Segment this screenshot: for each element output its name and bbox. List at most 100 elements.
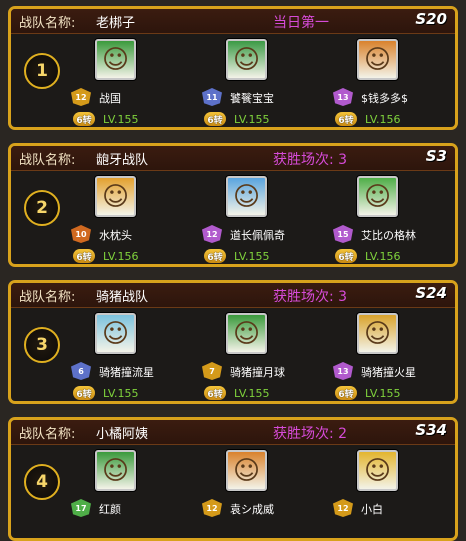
team-name: 小橘阿姨 — [96, 427, 149, 442]
team-member[interactable]: ☺ 17 红颜 — [71, 444, 201, 538]
vip-badge: 12 — [333, 499, 353, 517]
card-header: 战队名称: 老梆子 当日第一 S20 — [11, 9, 455, 34]
avatar[interactable]: ☺ — [226, 176, 267, 217]
avatar-face-icon: ☺ — [101, 181, 130, 212]
team-member[interactable]: ☺ 15 艾比の格林 6转 LV.156 — [333, 170, 455, 264]
vip-badge: 7 — [202, 362, 222, 380]
avatar[interactable]: ☺ — [357, 39, 398, 80]
member-name: 艾比の格林 — [361, 229, 416, 242]
member-name: $钱多多$ — [361, 92, 408, 105]
server-tag: S24 — [415, 284, 447, 302]
rank-medal: 1 — [24, 53, 60, 89]
avatar[interactable]: ☺ — [226, 313, 267, 354]
rebirth-badge: 6转 — [204, 386, 226, 400]
team-member[interactable]: ☺ 12 道长佩佩奇 6转 LV.155 — [202, 170, 332, 264]
avatar-face-icon: ☺ — [232, 455, 261, 486]
team-member[interactable]: ☺ 7 骑猪撞月球 6转 LV.155 — [202, 307, 332, 401]
rank-medal: 4 — [24, 464, 60, 500]
avatar-face-icon: ☺ — [363, 44, 392, 75]
member-name: 袁シ成威 — [230, 503, 274, 516]
rebirth-badge: 6转 — [73, 112, 95, 126]
avatar[interactable]: ☺ — [226, 450, 267, 491]
rebirth-badge: 6转 — [335, 386, 357, 400]
vip-badge: 12 — [71, 88, 91, 106]
team-member[interactable]: ☺ 11 饕餮宝宝 6转 LV.155 — [202, 33, 332, 127]
member-name: 骑猪撞火星 — [361, 366, 416, 379]
team-status: 获胜场次: 2 — [273, 426, 348, 442]
team-member[interactable]: ☺ 12 战国 6转 LV.155 — [71, 33, 201, 127]
member-name: 骑猪撞流星 — [99, 366, 154, 379]
team-status: 获胜场次: 3 — [273, 152, 348, 168]
rebirth-badge: 6转 — [73, 386, 95, 400]
avatar-face-icon: ☺ — [232, 181, 261, 212]
card-header: 战队名称: 龅牙战队 获胜场次: 3 S3 — [11, 146, 455, 171]
card-header: 战队名称: 小橘阿姨 获胜场次: 2 S34 — [11, 420, 455, 445]
vip-badge: 10 — [71, 225, 91, 243]
member-level: LV.155 — [234, 387, 270, 400]
vip-badge: 17 — [71, 499, 91, 517]
server-tag: S3 — [425, 147, 447, 165]
member-name: 饕餮宝宝 — [230, 92, 274, 105]
member-level: LV.155 — [103, 113, 139, 126]
member-name: 小白 — [361, 503, 383, 516]
avatar-face-icon: ☺ — [232, 318, 261, 349]
team-name-label: 战队名称: — [19, 16, 76, 31]
team-card[interactable]: 战队名称: 老梆子 当日第一 S20 1 ☺ 12 战国 6转 LV.155 ☺… — [8, 6, 458, 130]
avatar[interactable]: ☺ — [357, 176, 398, 217]
avatar-face-icon: ☺ — [363, 318, 392, 349]
rebirth-badge: 6转 — [73, 249, 95, 263]
vip-badge: 12 — [202, 499, 222, 517]
member-name: 战国 — [99, 92, 121, 105]
team-status: 获胜场次: 3 — [273, 289, 348, 305]
vip-badge: 15 — [333, 225, 353, 243]
team-member[interactable]: ☺ 10 水枕头 6转 LV.156 — [71, 170, 201, 264]
team-status: 当日第一 — [273, 15, 329, 31]
avatar[interactable]: ☺ — [95, 39, 136, 80]
avatar[interactable]: ☺ — [226, 39, 267, 80]
avatar-face-icon: ☺ — [363, 181, 392, 212]
vip-badge: 6 — [71, 362, 91, 380]
team-member[interactable]: ☺ 12 小白 — [333, 444, 455, 538]
rebirth-badge: 6转 — [204, 112, 226, 126]
avatar[interactable]: ☺ — [95, 313, 136, 354]
member-name: 红颜 — [99, 503, 121, 516]
member-level: LV.155 — [234, 250, 270, 263]
member-name: 道长佩佩奇 — [230, 229, 285, 242]
team-card[interactable]: 战队名称: 骑猪战队 获胜场次: 3 S24 3 ☺ 6 骑猪撞流星 6转 LV… — [8, 280, 458, 404]
member-level: LV.155 — [103, 387, 139, 400]
team-member[interactable]: ☺ 6 骑猪撞流星 6转 LV.155 — [71, 307, 201, 401]
team-name: 老梆子 — [96, 16, 136, 31]
team-name: 龅牙战队 — [96, 153, 149, 168]
avatar[interactable]: ☺ — [357, 450, 398, 491]
team-member[interactable]: ☺ 13 骑猪撞火星 6转 LV.155 — [333, 307, 455, 401]
vip-badge: 13 — [333, 362, 353, 380]
vip-badge: 11 — [202, 88, 222, 106]
vip-badge: 12 — [202, 225, 222, 243]
avatar-face-icon: ☺ — [101, 44, 130, 75]
member-level: LV.156 — [365, 250, 401, 263]
rebirth-badge: 6转 — [204, 249, 226, 263]
team-member[interactable]: ☺ 12 袁シ成威 — [202, 444, 332, 538]
rebirth-badge: 6转 — [335, 249, 357, 263]
avatar-face-icon: ☺ — [101, 455, 130, 486]
team-member[interactable]: ☺ 13 $钱多多$ 6转 LV.156 — [333, 33, 455, 127]
member-level: LV.155 — [234, 113, 270, 126]
avatar-face-icon: ☺ — [363, 455, 392, 486]
team-name-label: 战队名称: — [19, 290, 76, 305]
rank-medal: 2 — [24, 190, 60, 226]
avatar[interactable]: ☺ — [357, 313, 398, 354]
vip-badge: 13 — [333, 88, 353, 106]
member-level: LV.156 — [365, 113, 401, 126]
avatar[interactable]: ☺ — [95, 176, 136, 217]
team-card[interactable]: 战队名称: 龅牙战队 获胜场次: 3 S3 2 ☺ 10 水枕头 6转 LV.1… — [8, 143, 458, 267]
avatar-face-icon: ☺ — [101, 318, 130, 349]
team-name-label: 战队名称: — [19, 153, 76, 168]
member-level: LV.156 — [103, 250, 139, 263]
rebirth-badge: 6转 — [335, 112, 357, 126]
team-card[interactable]: 战队名称: 小橘阿姨 获胜场次: 2 S34 4 ☺ 17 红颜 ☺ 12 袁シ… — [8, 417, 458, 541]
member-name: 水枕头 — [99, 229, 132, 242]
team-name: 骑猪战队 — [96, 290, 149, 305]
avatar[interactable]: ☺ — [95, 450, 136, 491]
server-tag: S20 — [415, 10, 447, 28]
team-name-label: 战队名称: — [19, 427, 76, 442]
